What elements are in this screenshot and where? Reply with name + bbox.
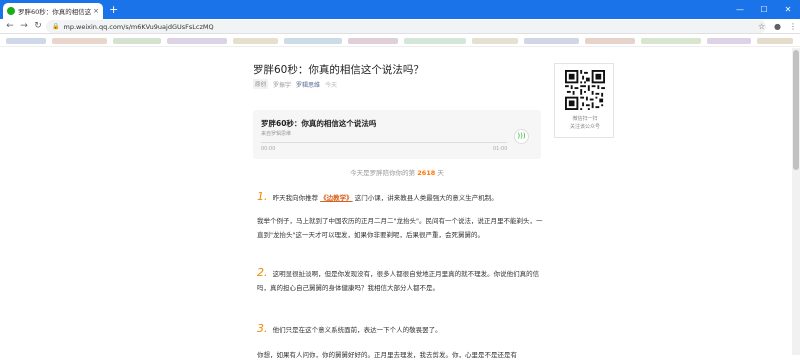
wechat-favicon-icon xyxy=(7,7,15,15)
paragraph-1: 1. 昨天我向你推荐 《边教学》 这门小课，讲来教县人类最强大的意义生产机制。 xyxy=(257,190,543,205)
bookmark-item[interactable] xyxy=(757,38,793,44)
qr-code-icon xyxy=(565,70,605,110)
bookmark-item[interactable] xyxy=(404,38,466,44)
tab-close-icon[interactable]: × xyxy=(93,7,99,15)
star-icon[interactable]: ☆ xyxy=(758,19,765,34)
paragraph-5: 你想，如果有人问你，你的舅舅好好的。正月里去理发，我去剪发。你，心里是不是还是有 xyxy=(257,351,517,359)
close-window-button[interactable]: ✕ xyxy=(776,0,800,19)
bookmark-item[interactable] xyxy=(524,38,579,44)
bookmark-item[interactable] xyxy=(167,38,227,44)
address-bar-row: ← → ↻ 🔒 mp.weixin.qq.com/s/m6KVu9uajdGUs… xyxy=(0,19,800,34)
audio-source: 来自罗辑思维 xyxy=(261,131,292,137)
bookmark-item[interactable] xyxy=(585,38,635,44)
publish-time: 今天 xyxy=(325,81,338,89)
audio-play-icon[interactable]: ))) xyxy=(514,129,529,144)
back-icon[interactable]: ← xyxy=(4,19,16,34)
reload-icon[interactable]: ↻ xyxy=(32,19,44,34)
original-tag: 原创 xyxy=(253,79,269,89)
qr-caption: 微信扫一扫 关注该公众号 xyxy=(555,115,615,131)
day-count-prefix: 今天是罗胖陪你你的第 xyxy=(350,169,416,177)
article-meta: 原创 罗振宇 罗辑思维 今天 xyxy=(253,79,337,89)
paragraph-number: 1. xyxy=(257,190,268,203)
paragraph-text: 这明显很扯淡啊，但是你发现没有，很多人都很自觉地正月里真的就不理发。你说他们真的… xyxy=(257,270,540,292)
qr-caption-line1: 微信扫一扫 xyxy=(572,116,598,122)
qr-code-card: 微信扫一扫 关注该公众号 xyxy=(554,63,614,138)
paragraph-3: 2. 这明显很扯淡啊，但是你发现没有，很多人都很自觉地正月里真的就不理发。你说他… xyxy=(257,266,543,295)
bookmark-item[interactable] xyxy=(6,38,46,44)
audio-end-time: 01:00 xyxy=(493,146,508,152)
paragraph-text: 他们只是在这个意义系统面前，表达一下个人的敬畏罢了。 xyxy=(272,326,442,334)
audio-title: 罗胖60秒：你真的相信这个说法吗 xyxy=(261,119,377,128)
author-name: 罗振宇 xyxy=(273,81,292,89)
browser-tab-bar: 罗胖60秒：你真的相信这个说法吗？ × + — ☐ ✕ xyxy=(0,0,800,19)
audio-start-time: 00:00 xyxy=(261,146,276,152)
day-count-suffix: 天 xyxy=(437,169,444,177)
new-tab-button[interactable]: + xyxy=(109,2,118,18)
lock-icon: 🔒 xyxy=(52,23,60,30)
profile-icon[interactable]: ● xyxy=(774,19,781,34)
bookmarks-bar xyxy=(0,35,800,47)
audio-player: 罗胖60秒：你真的相信这个说法吗 来自罗辑思维 00:00 01:00 ))) xyxy=(253,110,541,159)
url-input[interactable]: 🔒 mp.weixin.qq.com/s/m6KVu9uajdGUsFsLczM… xyxy=(46,20,766,33)
paragraph-text: 这门小课，讲来教县人类最强大的意义生产机制。 xyxy=(354,194,498,202)
course-link[interactable]: 《边教学》 xyxy=(320,194,353,202)
bookmark-item[interactable] xyxy=(233,38,278,44)
paragraph-text: 昨天我向你推荐 xyxy=(272,194,319,202)
menu-icon[interactable]: ⋮ xyxy=(789,19,797,34)
paragraph-number: 3. xyxy=(257,322,268,335)
account-link[interactable]: 罗辑思维 xyxy=(296,80,320,89)
bookmark-item[interactable] xyxy=(52,38,107,44)
page-scrollbar[interactable] xyxy=(792,48,800,355)
day-count-number: 2618 xyxy=(417,169,436,177)
minimize-button[interactable]: — xyxy=(728,0,752,19)
maximize-button[interactable]: ☐ xyxy=(752,0,776,19)
bookmark-item[interactable] xyxy=(472,38,518,44)
forward-icon[interactable]: → xyxy=(18,19,30,34)
day-count: 今天是罗胖陪你你的第 2618 天 xyxy=(253,167,541,177)
bookmark-item[interactable] xyxy=(113,38,161,44)
article-page: 罗胖60秒：你真的相信这个说法吗？ 原创 罗振宇 罗辑思维 今天 罗胖60秒：你… xyxy=(0,48,800,359)
bookmark-item[interactable] xyxy=(348,38,398,44)
bookmark-item[interactable] xyxy=(284,38,342,44)
tab-title: 罗胖60秒：你真的相信这个说法吗？ xyxy=(18,8,92,16)
paragraph-4: 3. 他们只是在这个意义系统面前，表达一下个人的敬畏罢了。 xyxy=(257,322,543,337)
browser-tab[interactable]: 罗胖60秒：你真的相信这个说法吗？ × xyxy=(3,3,103,19)
bookmark-item[interactable] xyxy=(641,38,701,44)
article-title: 罗胖60秒：你真的相信这个说法吗？ xyxy=(253,64,424,76)
audio-progress-track[interactable] xyxy=(261,142,507,143)
qr-caption-line2: 关注该公众号 xyxy=(569,124,600,130)
url-text: mp.weixin.qq.com/s/m6KVu9uajdGUsFsLczMQ xyxy=(63,22,214,31)
scrollbar-thumb[interactable] xyxy=(793,50,799,170)
paragraph-number: 2. xyxy=(257,266,268,279)
paragraph-2: 我举个例子，马上就到了中国农历的正月二月二"龙抬头"。民间有一个说法，说正月里不… xyxy=(257,217,543,239)
bookmark-item[interactable] xyxy=(707,38,751,44)
